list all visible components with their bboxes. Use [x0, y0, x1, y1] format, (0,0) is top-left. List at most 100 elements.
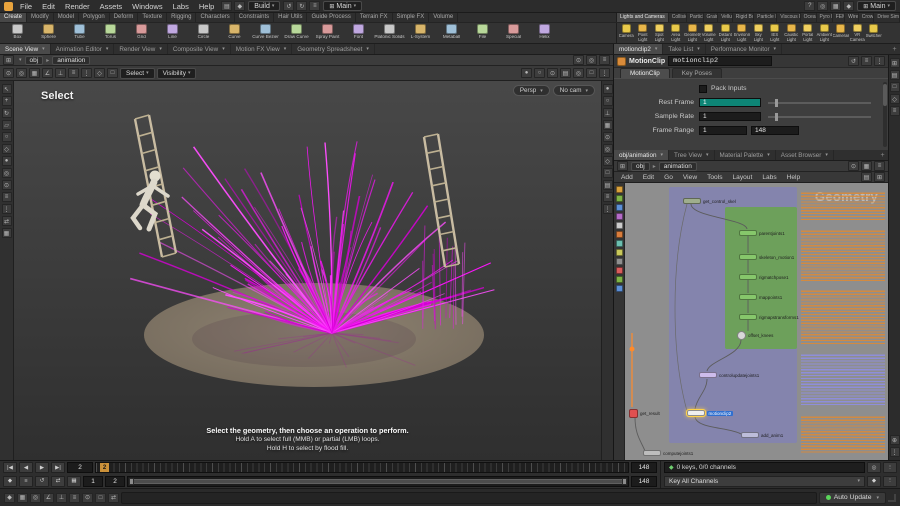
shaded-view-icon[interactable]: ● [521, 68, 532, 78]
end-frame-field[interactable]: 148 [631, 462, 657, 474]
shelf-tool[interactable]: File [467, 24, 498, 42]
shading-icon[interactable]: ● [602, 84, 613, 94]
undo-icon[interactable]: ↺ [283, 1, 295, 11]
desktop-dropdown[interactable]: Build ▾ [248, 1, 281, 11]
shelf-tool[interactable]: L-System [405, 24, 436, 42]
network-node-body[interactable] [699, 372, 717, 378]
breadcrumb-current[interactable]: animation [52, 55, 91, 65]
snap-magnet-icon[interactable]: ◆ [4, 492, 15, 503]
network-badge-icon[interactable] [615, 204, 623, 211]
pane-tab[interactable]: Material Palette ▾ [715, 150, 776, 160]
shelf-tool[interactable]: Font [343, 24, 374, 42]
net-display-icon[interactable]: ▤ [861, 172, 872, 182]
angle-snap-icon[interactable]: ∠ [42, 68, 53, 78]
view-camera-icon[interactable]: ◎ [602, 144, 613, 154]
grid-snap-icon[interactable]: ▦ [29, 68, 40, 78]
shelf-tab[interactable]: Modify [27, 13, 54, 22]
wire-icon[interactable]: ○ [602, 96, 613, 106]
parm-more-icon[interactable]: ⋮ [874, 56, 885, 66]
rest-frame-field[interactable]: 1 [699, 98, 761, 107]
shelf-tool[interactable]: Cameras [833, 24, 849, 42]
range-end-field[interactable]: 148 [631, 475, 657, 487]
panel-icon[interactable]: ▤ [889, 70, 900, 80]
shelf-tab[interactable]: Volume [429, 13, 459, 22]
gear-icon[interactable]: ≡ [861, 56, 872, 66]
pane-tab[interactable]: Performance Monitor ▾ [706, 44, 783, 54]
notification-icon[interactable]: ◆ [843, 1, 855, 11]
network-menu-item[interactable]: Add [617, 174, 637, 181]
shelf-tool[interactable]: Ambient Light [816, 24, 833, 42]
pane-tab[interactable]: Composite View ▾ [168, 44, 231, 54]
expand-icon[interactable]: ⊕ [889, 435, 900, 445]
shelf-tab[interactable]: Particle Fluids [754, 13, 778, 22]
shelf-tab[interactable]: Characters [196, 13, 235, 22]
shelf-tool[interactable]: Helix [529, 24, 560, 42]
network-badge-icon[interactable] [615, 285, 623, 292]
playbar-options-button[interactable]: ▦ [67, 475, 81, 487]
shelf-tab[interactable]: Particles [686, 13, 704, 22]
shelf-tool[interactable]: Line [157, 24, 188, 42]
shelf-tab[interactable]: Polygon [79, 13, 110, 22]
rest-frame-slider[interactable] [768, 98, 871, 107]
rotate-tool-icon[interactable]: ↻ [1, 108, 12, 118]
network-node[interactable]: skeleton_motion1 [739, 253, 794, 261]
shelf-tool[interactable]: Area Light [668, 24, 685, 42]
shelf-tab[interactable]: Wires [845, 13, 859, 22]
menubar-item[interactable]: File [16, 2, 36, 11]
hud-icon[interactable]: ▤ [602, 180, 613, 190]
edges-mode-icon[interactable]: ◇ [94, 68, 105, 78]
pin-icon[interactable]: ⊙ [573, 55, 584, 65]
desktop-icon[interactable]: ⊞ [889, 58, 900, 68]
redo-icon[interactable]: ↻ [296, 1, 308, 11]
shelf-tab[interactable]: Pyro FX [816, 13, 833, 22]
history-icon[interactable]: ≡ [309, 1, 321, 11]
network-menu-item[interactable]: Labs [758, 174, 780, 181]
network-menu-item[interactable]: View [679, 174, 701, 181]
network-node-body[interactable] [643, 450, 661, 456]
network-badge-icon[interactable] [615, 222, 623, 229]
layout-grid-icon[interactable]: ▦ [830, 1, 842, 11]
misc-tool-icon[interactable]: ▦ [1, 228, 12, 238]
shelf-tool[interactable]: Sky Light [750, 24, 767, 42]
shelf-tab[interactable]: Model [53, 13, 80, 22]
network-menu-item[interactable]: Tools [703, 174, 726, 181]
camera-select-button[interactable]: No cam ▾ [552, 85, 595, 96]
jump-end-button[interactable]: ▶| [51, 462, 65, 474]
shelf-tool[interactable]: Spray Paint [312, 24, 343, 42]
shelf-tool[interactable]: VR Camera [849, 24, 866, 42]
network-node[interactable]: rigmatchpose1 [739, 273, 789, 281]
auto-update-dropdown[interactable]: Auto Update ▾ [818, 491, 886, 504]
select-tool-icon[interactable]: ↖ [1, 84, 12, 94]
pivot-icon[interactable]: ◎ [16, 68, 27, 78]
shelf-tab[interactable]: Hair Utils [274, 13, 308, 22]
revert-icon[interactable]: ↺ [848, 56, 859, 66]
save-icon[interactable]: ◆ [234, 1, 246, 11]
shelf-tab[interactable]: Terrain FX [355, 13, 393, 22]
keys-menu-icon[interactable]: ⋮ [883, 462, 897, 474]
ik-tool-icon[interactable]: ⋮ [1, 204, 12, 214]
snapshot-icon[interactable]: □ [586, 68, 597, 78]
points-mode-icon[interactable]: ⋮ [81, 68, 92, 78]
shelf-tab[interactable]: Lights and Cameras [617, 13, 669, 22]
snapping-icon[interactable]: ⊙ [3, 68, 14, 78]
parameter-tab[interactable]: Key Poses [671, 68, 722, 78]
network-badge-icon[interactable] [615, 249, 623, 256]
grid-display-icon[interactable]: ▦ [602, 120, 613, 130]
menubar-item[interactable]: Windows [128, 2, 166, 11]
range-handle-right[interactable] [622, 477, 627, 485]
menubar-item[interactable]: Help [195, 2, 218, 11]
net-overview-icon[interactable]: ⊞ [874, 172, 885, 182]
pane-tab[interactable]: Geometry Spreadsheet ▾ [292, 44, 375, 54]
normals-icon[interactable]: ⊥ [602, 108, 613, 118]
network-node[interactable]: motionclip2 [686, 409, 733, 417]
network-breadcrumb-root[interactable]: obj [631, 161, 650, 171]
pack-inputs-checkbox[interactable] [699, 84, 707, 93]
menubar-item[interactable]: Edit [38, 2, 59, 11]
shelf-tool[interactable]: Tube [64, 24, 95, 42]
panel-menu-icon[interactable]: ≡ [889, 106, 900, 116]
network-badge-icon[interactable] [615, 276, 623, 283]
key-options-icon[interactable]: ◆ [867, 475, 881, 487]
edit-tool-icon[interactable]: ◇ [1, 144, 12, 154]
select-mode-dropdown[interactable]: Select ▾ [120, 67, 155, 79]
shelf-tool[interactable]: Caustic Light [783, 24, 800, 42]
